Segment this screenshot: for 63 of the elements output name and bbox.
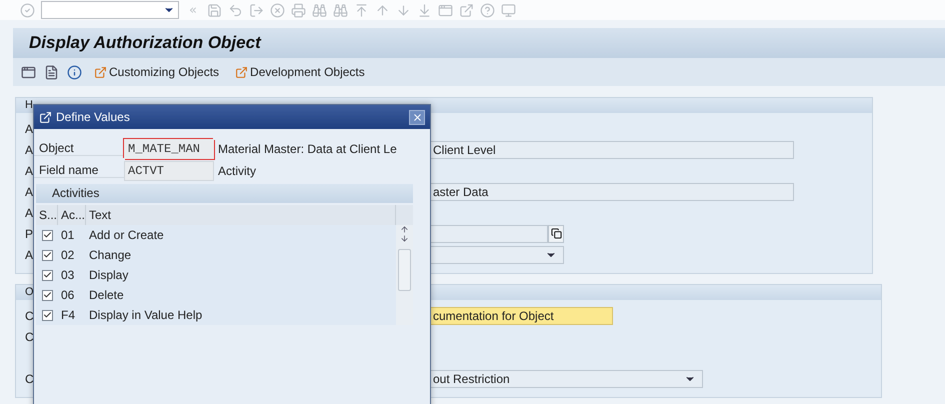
table-cell-text: Delete — [88, 288, 125, 302]
table-cell-text: Display — [88, 268, 130, 282]
field-label: A — [25, 248, 34, 262]
binoculars-icon[interactable] — [312, 2, 327, 18]
group-title: H — [25, 99, 33, 111]
dialog-title: Define Values — [56, 110, 131, 124]
field-label: A — [25, 184, 34, 198]
close-icon — [412, 112, 422, 122]
check-icon[interactable] — [20, 2, 35, 18]
group-title: O — [25, 286, 34, 298]
field-label: C — [25, 372, 34, 386]
checkbox[interactable] — [42, 230, 53, 240]
field-label: A — [25, 142, 34, 156]
field-description: Activity — [217, 164, 256, 178]
checkbox[interactable] — [42, 270, 53, 280]
copy-icon — [550, 228, 562, 239]
copy-button[interactable] — [548, 224, 564, 242]
field-label: A — [25, 122, 34, 136]
scroll-up-icon[interactable] — [400, 225, 409, 234]
field-label: A — [25, 206, 34, 220]
save-icon[interactable] — [206, 2, 222, 18]
checkbox[interactable] — [42, 290, 53, 300]
table-cell-text: Display in Value Help — [88, 308, 204, 322]
dialog-icon — [39, 110, 52, 124]
document-icon[interactable] — [44, 64, 59, 80]
field-label: A — [25, 164, 34, 178]
scroll-down-icon[interactable] — [400, 234, 409, 243]
table-title: Activities — [36, 184, 413, 203]
arrow-down-to-line-icon[interactable] — [416, 2, 432, 18]
exit-icon[interactable] — [248, 2, 264, 18]
command-field[interactable] — [41, 1, 179, 19]
field-description: Material Master: Data at Client Le — [217, 142, 397, 156]
toolbar-button[interactable]: Customizing Objects — [90, 65, 224, 79]
field-label: C — [25, 308, 34, 322]
toolbar-button[interactable]: Development Objects — [231, 65, 369, 79]
table-cell-text: Change — [88, 248, 132, 262]
binoculars-icon[interactable] — [332, 2, 348, 18]
external-link-icon[interactable] — [458, 2, 474, 18]
back-icon[interactable] — [228, 2, 243, 18]
table-cell-text: F4 — [60, 308, 76, 322]
arrow-up-to-line-icon[interactable] — [354, 2, 369, 18]
help-icon[interactable] — [480, 2, 495, 18]
checkbox[interactable] — [42, 250, 53, 260]
input-field[interactable]: ACTVT — [124, 160, 214, 180]
field-label: P — [25, 226, 34, 240]
monitor-icon[interactable] — [500, 2, 516, 18]
printer-icon[interactable] — [290, 2, 306, 18]
cancel-icon[interactable] — [270, 2, 285, 18]
window-title: Display Authorization Object — [29, 33, 261, 53]
window-icon[interactable] — [21, 64, 36, 80]
input-field[interactable]: M_MATE_MAN — [124, 138, 214, 158]
arrow-down-icon[interactable] — [396, 2, 411, 18]
external-link-icon — [94, 66, 107, 78]
table-cell-text: 06 — [60, 288, 76, 302]
close-button[interactable] — [409, 110, 425, 124]
external-link-icon — [235, 66, 248, 78]
info-icon[interactable] — [67, 64, 82, 80]
table-cell-text: Add or Create — [88, 228, 165, 242]
table-cell-text: 02 — [60, 248, 76, 262]
checkbox[interactable] — [42, 310, 53, 320]
field-label: C — [25, 330, 34, 344]
table-cell-text: 01 — [60, 228, 76, 242]
table-cell-text: 03 — [60, 268, 76, 282]
